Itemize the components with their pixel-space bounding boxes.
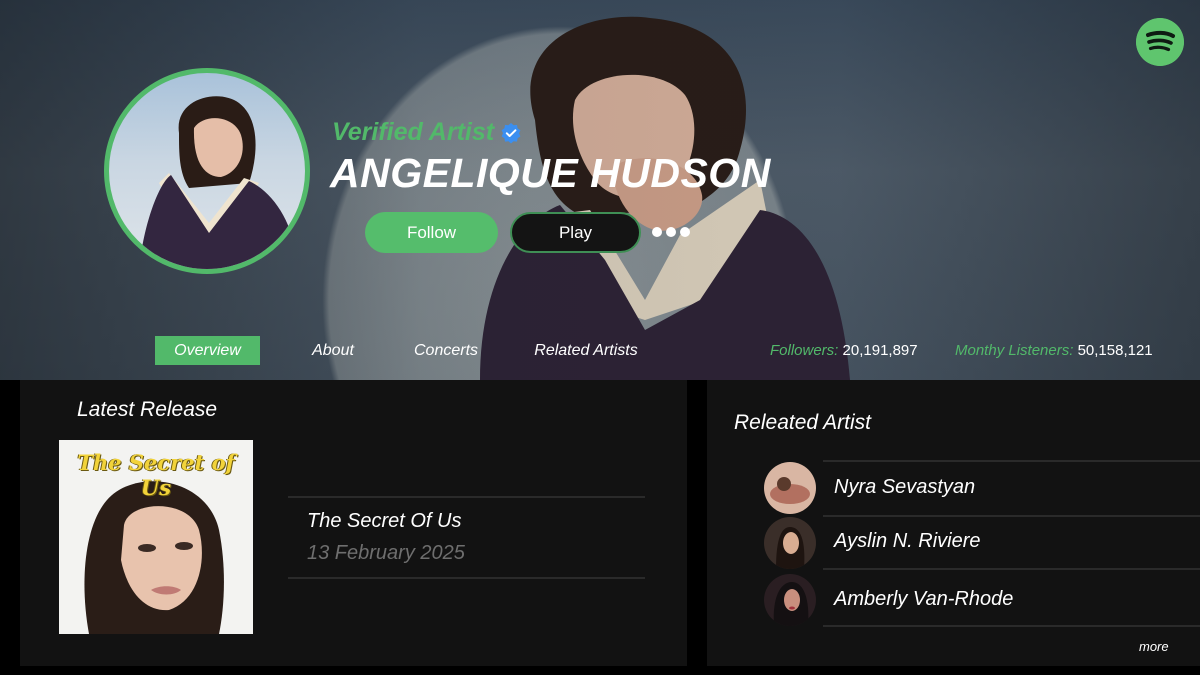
verified-artist-row: Verified Artist (332, 118, 522, 147)
related-artists-heading: Releated Artist (734, 411, 871, 434)
release-title[interactable]: The Secret Of Us (307, 510, 462, 533)
monthly-listeners-stat: Monthy Listeners: 50,158,121 (955, 342, 1153, 359)
divider (823, 515, 1200, 517)
more-link[interactable]: more (1139, 639, 1169, 654)
latest-release-panel: Latest Release The Secret of Us The Secr… (20, 380, 687, 666)
album-cover-title: The Secret of Us (77, 450, 235, 500)
tab-related-artists[interactable]: Related Artists (526, 336, 646, 365)
album-cover[interactable]: The Secret of Us (59, 440, 253, 634)
tab-about[interactable]: About (300, 336, 366, 365)
related-artist-name: Amberly Van-Rhode (834, 588, 1014, 610)
more-options-button[interactable] (652, 224, 690, 240)
verified-badge-icon (501, 122, 521, 143)
release-date: 13 February 2025 (307, 542, 465, 564)
related-artist-name: Nyra Sevastyan (834, 476, 976, 498)
divider (823, 460, 1200, 462)
divider (823, 568, 1200, 570)
divider (288, 577, 645, 579)
latest-release-heading: Latest Release (77, 398, 218, 421)
related-artists-panel: Releated Artist Nyra Sevastyan Ayslin N.… (707, 380, 1200, 666)
listeners-count: 50,158,121 (1077, 342, 1153, 359)
related-artist-item[interactable]: Ayslin N. Riviere (707, 515, 1200, 569)
listeners-label: Monthy Listeners: (955, 342, 1074, 359)
divider (823, 625, 1200, 627)
more-horizontal-icon (652, 227, 662, 237)
related-artist-avatar (764, 574, 816, 626)
artist-hero-banner: Verified Artist ANGELIQUE HUDSON Follow … (0, 0, 1200, 380)
followers-count: 20,191,897 (842, 342, 918, 359)
artist-avatar (104, 68, 310, 274)
related-artist-avatar (764, 517, 816, 569)
verified-label: Verified Artist (332, 118, 495, 146)
tab-overview[interactable]: Overview (155, 336, 260, 365)
related-artist-avatar (764, 462, 816, 514)
followers-stat: Followers: 20,191,897 (770, 342, 918, 359)
play-button[interactable]: Play (510, 212, 641, 253)
spotify-icon[interactable] (1136, 18, 1184, 66)
divider (288, 496, 645, 498)
artist-name: ANGELIQUE HUDSON (330, 150, 771, 196)
followers-label: Followers: (770, 342, 839, 359)
follow-button[interactable]: Follow (365, 212, 498, 253)
tab-concerts[interactable]: Concerts (404, 336, 488, 365)
related-artist-item[interactable]: Nyra Sevastyan (707, 460, 1200, 514)
related-artist-name: Ayslin N. Riviere (834, 530, 981, 552)
related-artist-item[interactable]: Amberly Van-Rhode (707, 568, 1200, 626)
